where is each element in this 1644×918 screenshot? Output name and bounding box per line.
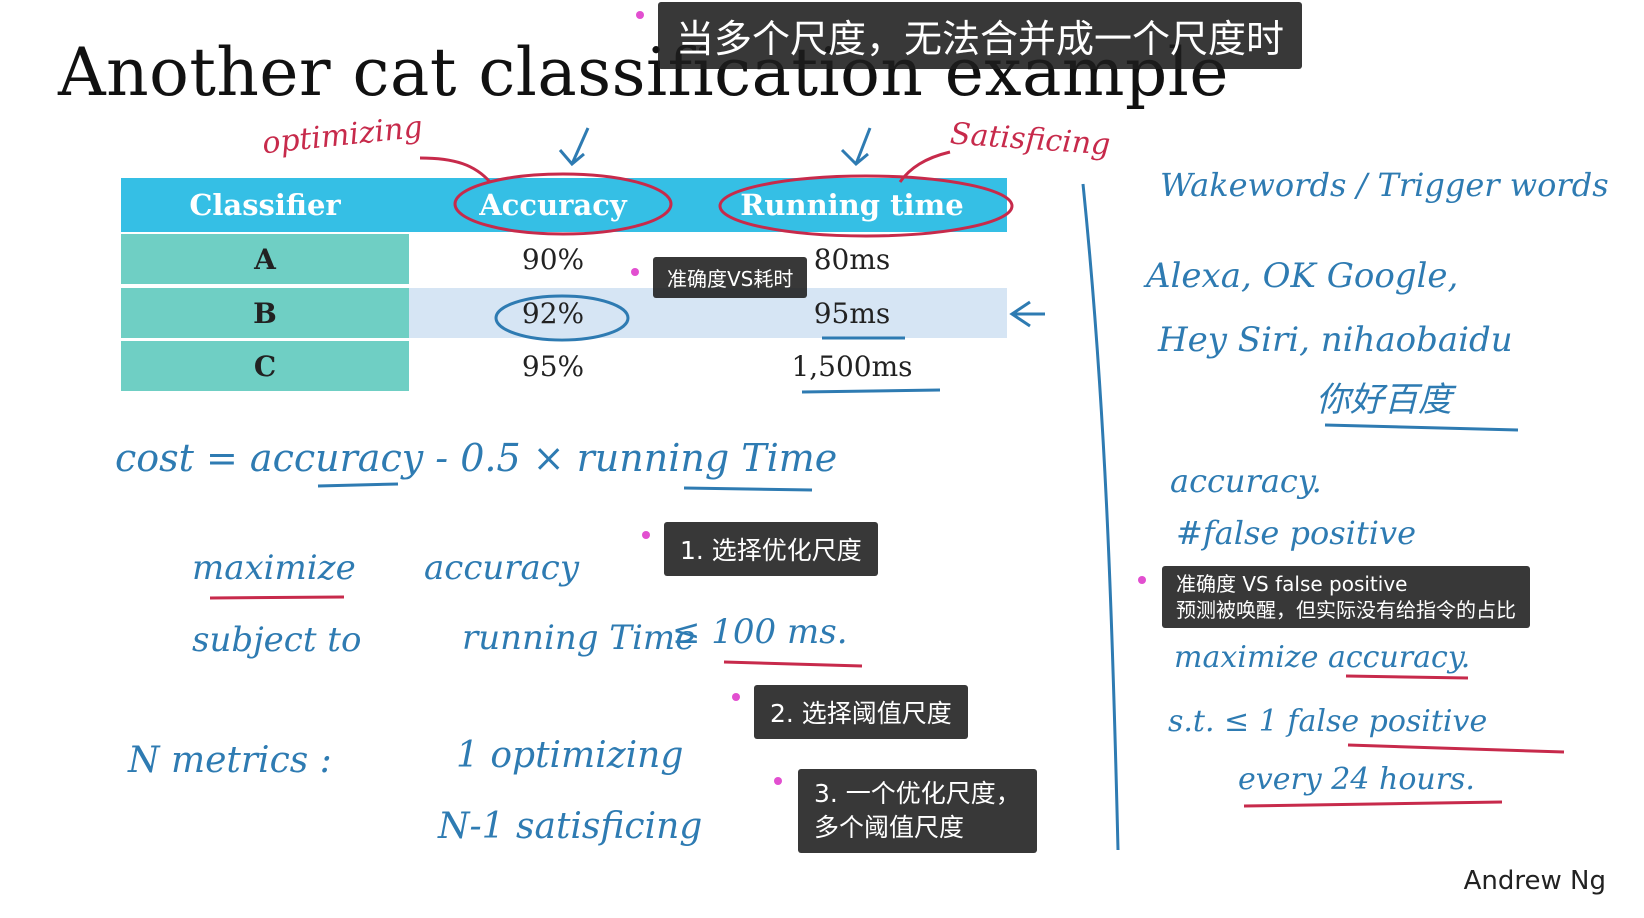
examples-line-3: 你好百度: [1316, 380, 1452, 420]
maximize-text: maximize: [192, 548, 356, 588]
maximize-accuracy-text: maximize accuracy.: [1174, 640, 1471, 675]
subtitle-dot: [774, 777, 782, 785]
subtitle-step-3-line-2: 多个阈值尺度: [814, 813, 965, 842]
subtitle-dot: [732, 693, 740, 701]
accuracy-text: accuracy.: [1170, 462, 1322, 500]
st-text: s.t. ≤ 1 false positive: [1168, 704, 1488, 739]
constraint-text: running Time: [462, 618, 696, 658]
author-credit: Andrew Ng: [1463, 866, 1606, 896]
subtitle-step-3: 3. 一个优化尺度， 多个阈值尺度: [798, 769, 1037, 853]
subtitle-step-1: 1. 选择优化尺度: [664, 522, 878, 576]
subtitle-fp-line-2: 预测被唤醒，但实际没有给指令的占比: [1176, 598, 1516, 622]
false-positive-text: #false positive: [1176, 514, 1417, 552]
n-minus-one-text: N-1 satisficing: [438, 806, 703, 847]
examples-line-2: Hey Siri, nihaobaidu: [1158, 320, 1513, 360]
maximize-target: accuracy: [424, 548, 580, 588]
subtitle-dot: [631, 268, 639, 276]
one-optimizing-text: 1 optimizing: [456, 735, 684, 776]
subtitle-fp-line-1: 准确度 VS false positive: [1176, 572, 1408, 596]
subtitle-dot: [1138, 576, 1146, 584]
subject-to-text: subject to: [192, 620, 362, 660]
subtitle-dot: [642, 531, 650, 539]
subtitle-dot: [636, 11, 644, 19]
constraint-bound: ≤ 100 ms.: [672, 612, 848, 652]
subtitle-table-note: 准确度VS耗时: [653, 257, 808, 298]
subtitle-top: 当多个尺度，无法合并成一个尺度时: [658, 2, 1303, 69]
wakewords-text: Wakewords / Trigger words: [1160, 166, 1609, 204]
examples-line-1: Alexa, OK Google,: [1146, 256, 1459, 296]
subtitle-false-positive: 准确度 VS false positive 预测被唤醒，但实际没有给指令的占比: [1162, 566, 1530, 628]
n-metrics-text: N metrics :: [128, 740, 332, 781]
every-24-hours-text: every 24 hours.: [1238, 762, 1475, 797]
cost-formula: cost = accuracy - 0.5 × running Time: [115, 436, 838, 480]
subtitle-step-2: 2. 选择阈值尺度: [754, 685, 968, 739]
subtitle-step-3-line-1: 3. 一个优化尺度，: [814, 779, 1021, 808]
